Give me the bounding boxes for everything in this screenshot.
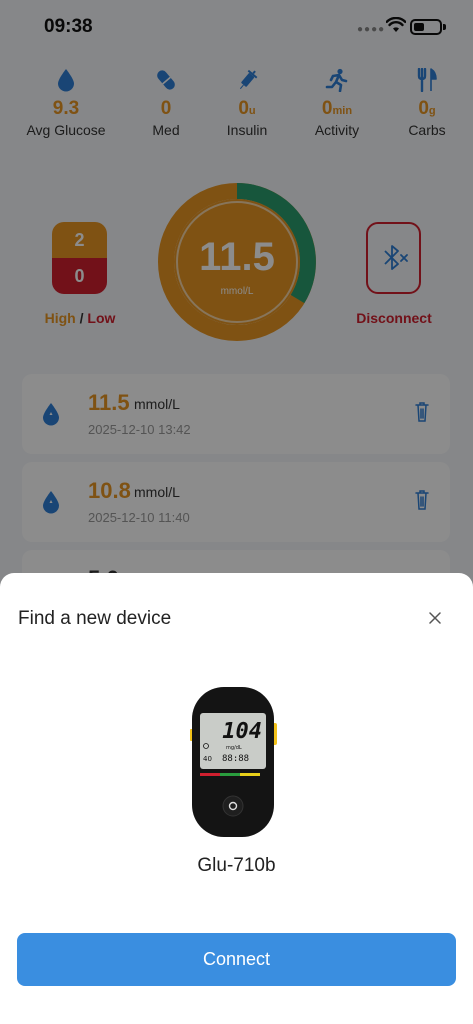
connect-button[interactable]: Connect xyxy=(17,933,456,986)
close-button[interactable] xyxy=(424,607,446,629)
device-name: Glu-710b xyxy=(197,855,276,876)
close-icon xyxy=(429,612,441,624)
find-device-sheet: Find a new device 104 mg/dL 40 88:88 Glu… xyxy=(0,573,473,1024)
svg-text:40: 40 xyxy=(203,755,212,763)
svg-text:mg/dL: mg/dL xyxy=(226,745,242,751)
meter-display-time: 88:88 xyxy=(222,754,249,764)
meter-display-value: 104 xyxy=(222,719,262,744)
sheet-title: Find a new device xyxy=(18,608,172,629)
glucose-meter-image: 104 mg/dL 40 88:88 xyxy=(190,687,277,837)
